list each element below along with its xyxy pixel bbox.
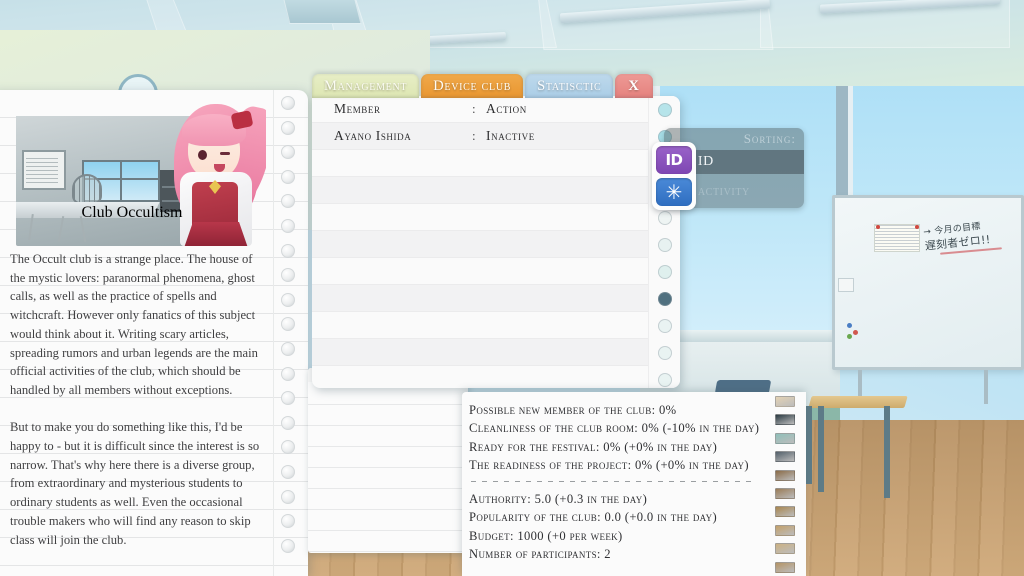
binder-ring	[281, 440, 295, 455]
member-list-panel: Member : Action Ayano Ishida : Inactive	[312, 96, 680, 388]
club-illustration: Club Occultism	[16, 98, 266, 246]
binder-ring	[281, 292, 295, 307]
binder-ring	[281, 120, 295, 135]
member-status-dot[interactable]	[657, 238, 672, 252]
ceiling-vent	[282, 0, 362, 24]
whiteboard-eraser	[838, 278, 854, 292]
binder-ring	[281, 243, 295, 258]
table-row-empty	[312, 231, 680, 258]
tab-management[interactable]: Management	[312, 74, 420, 98]
club-character-portrait	[162, 98, 266, 246]
binder-ring	[281, 194, 295, 209]
sort-by-activity-icon[interactable]: ✳	[656, 178, 692, 206]
room-thumbnail[interactable]	[775, 543, 795, 555]
room-thumbnail[interactable]	[775, 414, 795, 426]
binder-ring	[281, 218, 295, 233]
table-row-empty	[312, 177, 680, 204]
stat-authority: Authority: 5.0 (+0.3 in the day)	[469, 492, 648, 507]
club-title: Club Occultism	[26, 204, 238, 222]
sort-by-id-icon[interactable]: ID	[656, 146, 692, 174]
room-thumbnail[interactable]	[775, 451, 795, 463]
binder-ring	[281, 514, 295, 529]
binder-ring	[281, 415, 295, 430]
member-status-dot[interactable]	[657, 292, 672, 306]
illustration-birdcage	[72, 174, 102, 204]
tab-device-club[interactable]: Device club	[421, 74, 524, 98]
room-thumbnail[interactable]	[775, 432, 795, 444]
close-window-button[interactable]: X	[615, 74, 653, 98]
game-screen: → 今月の目標 遅刻者ゼロ!! Club Occultism The Occul…	[0, 0, 1024, 576]
binder-ring	[281, 145, 295, 160]
column-header-action: Action	[486, 101, 527, 116]
stat-project-readiness: The readiness of the project: 0% (+0% in…	[469, 457, 749, 472]
statistics-list: Possible new member of the club: 0% Clea…	[469, 401, 769, 563]
club-description-paragraph-2: But to make you do something like this, …	[10, 420, 260, 547]
room-thumbnail[interactable]	[775, 506, 795, 518]
header-colon: :	[472, 101, 476, 116]
room-thumbnail[interactable]	[775, 487, 795, 499]
table-row-empty	[312, 339, 680, 366]
member-status-dot[interactable]	[657, 373, 672, 387]
row-colon: :	[472, 128, 476, 143]
binder-ring	[281, 538, 295, 553]
room-thumbnail-strip[interactable]	[770, 392, 800, 576]
member-action: Inactive	[486, 128, 535, 143]
sorting-title: Sorting:	[743, 131, 796, 146]
member-status-dot[interactable]	[657, 346, 672, 360]
stat-participants: Number of participants: 2	[469, 547, 611, 562]
stat-budget: Budget: 1000 (+0 per week)	[469, 528, 623, 543]
stat-cleanliness: Cleanliness of the club room: 0% (-10% i…	[469, 421, 760, 436]
club-title-small: Club	[81, 204, 113, 221]
notepad-ruled-lines	[308, 384, 468, 553]
club-statistics-panel: Possible new member of the club: 0% Clea…	[462, 392, 806, 576]
binder-ring	[281, 391, 295, 406]
table-row-empty	[312, 204, 680, 231]
table-row-empty	[312, 258, 680, 285]
tab-statisctic[interactable]: Statisctic	[525, 74, 614, 98]
binder-ring	[281, 366, 295, 381]
table-row-empty	[312, 366, 680, 388]
table-row-empty	[312, 312, 680, 339]
member-status-dot[interactable]	[657, 319, 672, 333]
notepad-panel[interactable]	[308, 368, 468, 553]
club-description-paragraph-1: The Occult club is a strange place. The …	[10, 252, 258, 397]
binder-ring	[281, 489, 295, 504]
club-title-large: Occultism	[116, 204, 183, 221]
club-info-card: Club Occultism The Occult club is a stra…	[0, 90, 308, 576]
stat-festival-readiness: Ready for the festival: 0% (+0% in the d…	[469, 439, 718, 454]
table-header-row: Member : Action	[312, 96, 680, 123]
binder-ring	[281, 464, 295, 479]
room-thumbnail[interactable]	[775, 396, 795, 407]
binder-ring	[281, 317, 295, 332]
binder-ring	[281, 169, 295, 184]
member-status-dot[interactable]	[657, 103, 672, 117]
whiteboard-schedule-note	[874, 224, 920, 252]
binder-ring	[281, 96, 295, 110]
stat-possible-new-member: Possible new member of the club: 0%	[469, 403, 677, 417]
binder-ring	[281, 268, 295, 283]
member-table: Member : Action Ayano Ishida : Inactive	[312, 96, 680, 388]
notebook-binder-rings	[274, 90, 302, 576]
window-tab-bar: Management Device club Statisctic X	[312, 72, 653, 98]
stat-popularity: Popularity of the club: 0.0 (+0.0 in the…	[469, 510, 718, 525]
sorting-buttons: ID ✳	[652, 142, 696, 210]
member-name: Ayano Ishida	[334, 128, 412, 143]
table-row[interactable]: Ayano Ishida : Inactive	[312, 123, 680, 150]
room-thumbnail[interactable]	[775, 524, 795, 536]
table-row-empty	[312, 285, 680, 312]
binder-ring	[281, 341, 295, 356]
statistics-divider	[471, 481, 757, 483]
table-row-empty	[312, 150, 680, 177]
club-description: The Occult club is a strange place. The …	[10, 250, 262, 568]
room-thumbnail[interactable]	[775, 469, 795, 481]
member-status-dot[interactable]	[657, 211, 672, 225]
column-header-member: Member	[334, 101, 381, 116]
room-thumbnail[interactable]	[775, 561, 795, 573]
member-status-dot[interactable]	[657, 265, 672, 279]
